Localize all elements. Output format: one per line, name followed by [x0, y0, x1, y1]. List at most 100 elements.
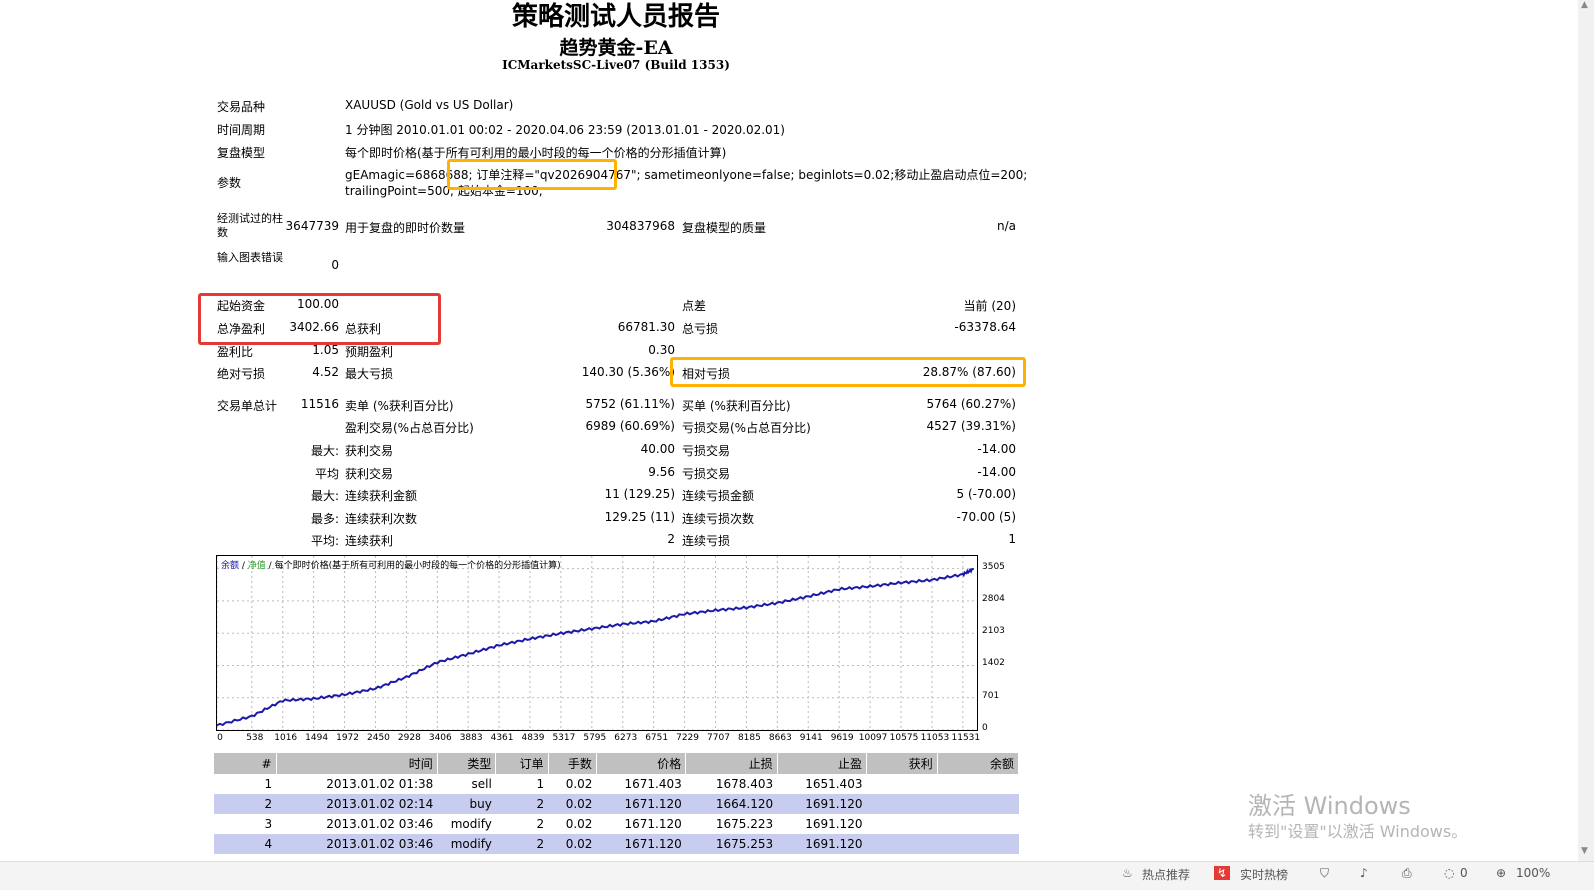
x-tick-label: 4839 [521, 733, 545, 743]
cell-profit [866, 834, 938, 854]
server-name: ICMarketsSC-Live07 (Build 1353) [502, 58, 730, 72]
cell-profit [866, 794, 938, 814]
x-tick-label: 6273 [614, 733, 638, 743]
hot-recommend-link[interactable]: 热点推荐 [1142, 866, 1190, 883]
largest-loss-value: -14.00 [977, 442, 1016, 456]
errors-value: 0 [331, 258, 339, 272]
balance-series-line [216, 567, 974, 727]
avg2-label: 平均: [310, 534, 339, 548]
live-icon[interactable]: ↯ [1214, 866, 1231, 880]
trades-header-row: # 时间 类型 订单 手数 价格 止损 止盈 获利 余额 [214, 753, 1020, 774]
model-label: 复盘模型 [217, 146, 266, 160]
browser-status-bar: ♨ 热点推荐 ↯ 实时热榜 ⛉ ♪ ⎙ ◌ 0 ⊕ 100% [0, 861, 1594, 890]
max-cons-profit-value: 129.25 (11) [604, 510, 675, 524]
x-tick-label: 10097 [858, 733, 888, 743]
cell-order: 1 [536, 777, 545, 791]
period-value: 1 分钟图 2010.01.01 00:02 - 2020.04.06 23:5… [345, 123, 785, 137]
cell-price: 1671.120 [596, 794, 686, 814]
cell-sl: 1675.223 [715, 817, 774, 831]
hot-icon[interactable]: ♨ [1122, 866, 1133, 880]
col-lots: 手数 [548, 753, 597, 774]
max-cons-loss2-label: 连续亏损次数 [682, 512, 755, 526]
highlight-order-comment [447, 159, 617, 190]
x-tick-label: 9141 [799, 733, 823, 743]
cell-sl: 1678.403 [715, 777, 774, 791]
comment-icon[interactable]: ◌ [1444, 866, 1454, 880]
x-tick-label: 1494 [305, 733, 329, 743]
legend-sep1: / [239, 561, 248, 571]
scroll-down-icon[interactable]: ▼ [1581, 846, 1588, 856]
pf-label: 盈利比 [217, 345, 254, 359]
cell-num: 2 [214, 794, 277, 814]
cell-lots: 0.02 [565, 817, 593, 831]
x-tick-label: 8663 [768, 733, 792, 743]
long-label: 买单 (%获利百分比) [682, 399, 791, 413]
avg-cons-losses-label: 连续亏损 [682, 534, 731, 548]
x-tick-label: 4361 [490, 733, 514, 743]
scroll-up-icon[interactable]: ▲ [1581, 0, 1588, 10]
col-sl: 止损 [685, 753, 778, 774]
x-tick-label: 2928 [397, 733, 421, 743]
loss-trades-value: 4527 (39.31%) [926, 419, 1016, 433]
shield-icon[interactable]: ⛉ [1320, 866, 1329, 881]
max-cons-wins-value: 11 (129.25) [604, 487, 675, 501]
cell-price: 1671.120 [596, 834, 686, 854]
profit-trades-value: 6989 (60.69%) [585, 419, 675, 433]
cell-sl: 1664.120 [685, 794, 778, 814]
maxdd-label: 最大亏损 [345, 367, 394, 381]
cell-tp: 1691.120 [777, 794, 867, 814]
col-price: 价格 [596, 753, 687, 774]
cell-lots: 0.02 [548, 794, 597, 814]
avg-cons-wins-value: 2 [667, 532, 675, 546]
short-label: 卖单 (%获利百分比) [345, 399, 454, 413]
vertical-scrollbar[interactable]: ▲ ▼ [1578, 0, 1594, 861]
errors-label: 输入图表错误 [217, 251, 283, 264]
comment-count: 0 [1460, 866, 1468, 880]
ticks-label: 用于复盘的即时价数量 [345, 221, 466, 235]
cell-type: buy [437, 794, 496, 814]
cell-balance [937, 774, 1018, 794]
max-label: 最大: [310, 444, 339, 458]
highlight-relative-dd [670, 357, 1026, 387]
cell-time: 2013.01.02 02:14 [276, 794, 438, 814]
cell-price: 1671.403 [624, 777, 682, 791]
print-icon[interactable]: ⎙ [1402, 866, 1412, 881]
symbol-label: 交易品种 [217, 100, 266, 114]
cell-time: 2013.01.02 03:46 [326, 817, 434, 831]
total-value: 11516 [300, 397, 339, 411]
y-tick-label: 3505 [982, 561, 1005, 572]
grossloss-label: 总亏损 [682, 322, 719, 336]
zoom-icon[interactable]: ⊕ [1496, 866, 1506, 880]
col-tp: 止盈 [777, 753, 867, 774]
absdd-label: 绝对亏损 [217, 367, 266, 381]
x-tick-label: 11531 [951, 733, 981, 743]
legend-sep2: / [265, 561, 275, 571]
live-hot-link[interactable]: 实时热榜 [1240, 866, 1288, 883]
cell-order: 2 [495, 834, 549, 854]
x-tick-label: 3883 [459, 733, 483, 743]
avg-profit-label: 获利交易 [345, 467, 394, 481]
grossprofit-value: 66781.30 [617, 320, 675, 334]
report-title: 策略测试人员报告 [511, 2, 720, 32]
col-order: 订单 [495, 753, 549, 774]
y-tick-label: 1402 [982, 658, 1005, 669]
cell-profit [866, 814, 937, 834]
max-cons-wins-label: 连续获利金额 [345, 489, 418, 503]
cell-order: 2 [536, 817, 545, 831]
x-tick-label: 538 [246, 733, 264, 743]
largest-profit-value: 40.00 [640, 442, 675, 456]
col-profit: 获利 [866, 753, 938, 774]
cell-lots: 0.02 [548, 834, 597, 854]
pf-value: 1.05 [312, 343, 339, 357]
max-cons-profit-label: 连续获利次数 [345, 512, 418, 526]
table-row: 4 2013.01.02 03:46 modify 2 0.02 1671.120 1675… [214, 834, 1019, 854]
cell-order: 2 [495, 794, 549, 814]
legend-model: 每个即时价格(基于所有可利用的最小时段的每一个价格的分形插值计算) [274, 561, 561, 571]
zoom-level[interactable]: 100% [1516, 866, 1550, 880]
y-tick-label: 0 [982, 723, 988, 733]
profit-trades-label: 盈利交易(%占总百分比) [345, 421, 474, 435]
quality-label: 复盘模型的质量 [682, 221, 767, 235]
balance-chart-svg [216, 556, 977, 731]
speaker-icon[interactable]: ♪ [1360, 866, 1368, 880]
col-time: 时间 [276, 753, 438, 774]
